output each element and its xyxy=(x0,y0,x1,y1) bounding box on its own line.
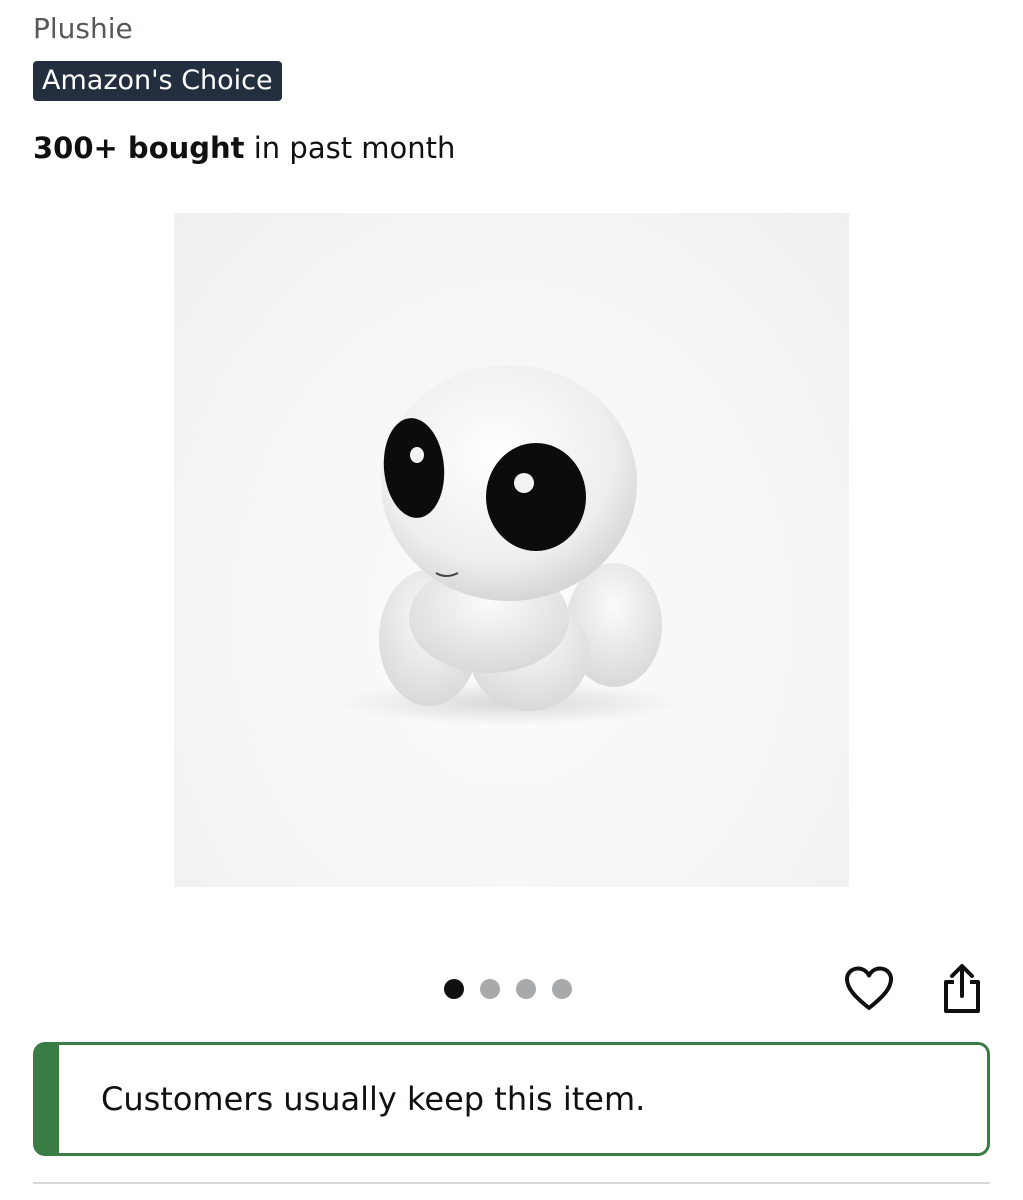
product-image[interactable] xyxy=(174,213,849,887)
amazons-choice-badge[interactable]: Amazon's Choice xyxy=(33,61,282,101)
carousel-dot-4[interactable] xyxy=(552,979,572,999)
bought-suffix: in past month xyxy=(244,131,456,165)
product-title-overflow xyxy=(33,0,993,4)
heart-icon xyxy=(845,966,893,1010)
customers-keep-notice: Customers usually keep this item. xyxy=(33,1042,990,1156)
wishlist-button[interactable] xyxy=(841,961,897,1017)
carousel-dot-1[interactable] xyxy=(444,979,464,999)
share-button[interactable] xyxy=(934,961,990,1017)
customers-keep-text: Customers usually keep this item. xyxy=(101,1080,646,1118)
carousel-dot-3[interactable] xyxy=(516,979,536,999)
plush-toy-illustration xyxy=(339,365,679,725)
share-icon xyxy=(944,964,980,1013)
bought-in-past-month: 300+ bought in past month xyxy=(33,131,455,165)
image-carousel-dots[interactable] xyxy=(444,978,572,1000)
carousel-dot-2[interactable] xyxy=(480,979,500,999)
product-title: Plushie xyxy=(33,12,133,45)
bought-count: 300+ bought xyxy=(33,131,245,165)
section-divider xyxy=(33,1182,990,1184)
